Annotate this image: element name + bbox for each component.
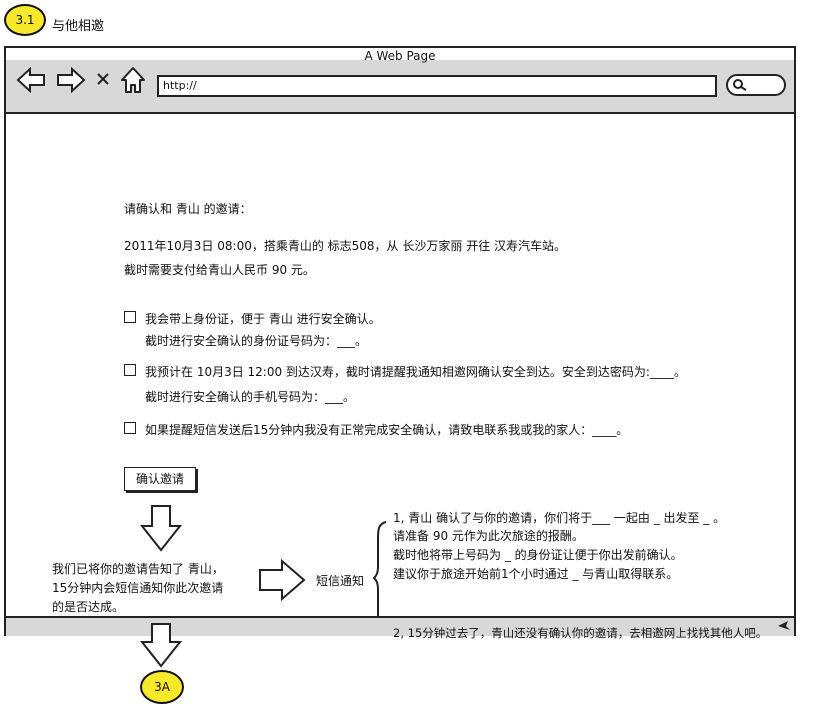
next-step-badge-label: 3A <box>154 680 170 694</box>
payment-details: 截时需要支付给青山人民币 90 元。 <box>124 263 315 277</box>
window-title: A Web Page <box>364 49 436 63</box>
sms-case1-line-1: 1, 青山 确认了与你的邀请，你们将于___ 一起由 _ 出发至 _ 。 <box>393 511 726 525</box>
url-input[interactable]: http:// <box>157 75 717 97</box>
option-id-card-checkbox[interactable] <box>124 311 136 323</box>
sms-case1-line-2: 请准备 90 元作为此次旅途的报酬。 <box>393 529 584 543</box>
notice-line-2: 15分钟内会短信通知你此次邀请 <box>52 581 224 595</box>
sms-case1-line-4: 建议你于旅途开始前1个小时通过 _ 与青山取得联系。 <box>393 567 679 581</box>
option-arrival-checkbox[interactable] <box>124 364 136 376</box>
confirm-invitation-button[interactable]: 确认邀请 <box>124 467 196 491</box>
trip-details: 2011年10月3日 08:00，搭乘青山的 标志508，从 长沙万家丽 开往 … <box>124 239 567 253</box>
option-arrival-detail: 截时进行安全确认的手机号码为：___。 <box>145 390 356 404</box>
forward-arrow-icon[interactable] <box>56 66 86 94</box>
flow-down-arrow <box>139 505 183 552</box>
option-arrival-label: 我预计在 10月3日 12:00 到达汉寿，截时请提醒我通知相邀网确认安全到达。… <box>145 365 686 379</box>
step-title: 与他相邀 <box>52 19 105 34</box>
flow-right-arrow <box>259 558 306 602</box>
step-badge-label: 3.1 <box>15 13 35 27</box>
search-icon <box>733 79 747 91</box>
back-arrow-icon[interactable] <box>16 66 46 94</box>
flow-down-arrow-next <box>139 623 183 668</box>
sms-notice-label: 短信通知 <box>316 574 365 588</box>
home-icon[interactable] <box>120 66 146 94</box>
notice-line-1: 我们已将你的邀请告知了 青山， <box>52 562 224 576</box>
sms-case1-line-3: 截时他将带上号码为 _ 的身份证让便于你出发前确认。 <box>393 548 683 562</box>
sms-case2-line: 2, 15分钟过去了，青山还没有确认你的邀请，去相邀网上找找其他人吧。 <box>393 626 768 640</box>
option-emergency-label: 如果提醒短信发送后15分钟内我没有正常完成安全确认，请致电联系我或我的家人：__… <box>145 423 629 437</box>
option-emergency-checkbox[interactable] <box>124 422 136 434</box>
resize-grip-icon[interactable] <box>776 620 792 632</box>
invitation-heading: 请确认和 青山 的邀请： <box>124 202 252 216</box>
option-id-card-detail: 截时进行安全确认的身份证号码为：___。 <box>145 334 368 348</box>
option-id-card-label: 我会带上身份证，便于 青山 进行安全确认。 <box>145 312 381 326</box>
step-badge: 3.1 <box>4 4 46 36</box>
next-step-badge[interactable]: 3A <box>140 670 184 704</box>
close-icon[interactable] <box>96 72 110 86</box>
notice-line-3: 的是否达成。 <box>52 600 125 614</box>
